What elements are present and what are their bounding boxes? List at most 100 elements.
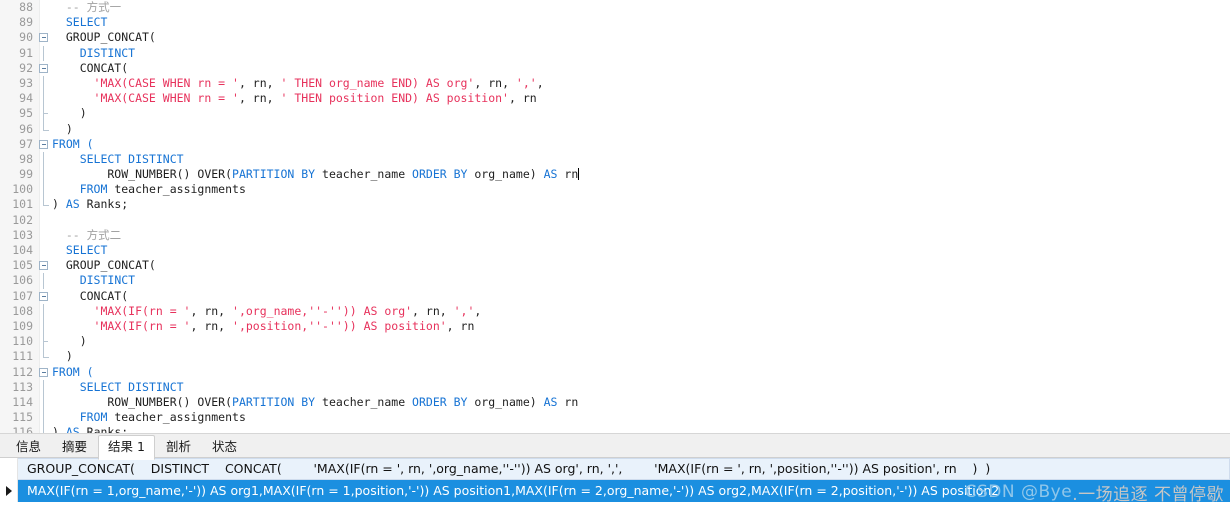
code-line[interactable]: 95 ) [0,106,1230,122]
tab-1[interactable]: 摘要 [52,437,97,459]
grid-column-header[interactable]: GROUP_CONCAT( DISTINCT CONCAT( 'MAX(IF(r… [18,458,1230,480]
code-line[interactable]: 94 'MAX(CASE WHEN rn = ', rn, ' THEN pos… [0,91,1230,107]
code-line[interactable]: 104 SELECT [0,243,1230,258]
code-token: , [474,303,482,318]
code-text: ) [52,349,73,364]
line-number: 91 [19,45,33,60]
code-line[interactable]: 101) AS Ranks; [0,197,1230,212]
code-token: 'MAX(IF(rn = ' [93,318,191,333]
fold-collapse-icon[interactable] [39,63,48,73]
code-token: ORDER BY [412,167,468,182]
code-token: teacher_name [315,167,413,182]
code-token: , rn, [190,303,233,318]
code-line[interactable]: 106 DISTINCT [0,273,1230,289]
code-line[interactable]: 102 [0,213,1230,228]
code-line[interactable]: 100 FROM teacher_assignments [0,182,1230,198]
grid-cell-value[interactable]: MAX(IF(rn = 1,org_name,'-')) AS org1,MAX… [18,480,1230,502]
fold-collapse-icon[interactable] [39,261,48,271]
tab-0[interactable]: 信息 [6,437,51,459]
fold-end-marker [43,349,49,359]
code-lines-container[interactable]: 88 -- 方式一 89 SELECT 90 GROUP_CONCAT(91 DIS… [0,0,1230,433]
code-token: FROM ( [52,136,94,151]
table-row[interactable]: MAX(IF(rn = 1,org_name,'-')) AS org1,MAX… [0,480,1230,502]
line-number: 114 [12,394,33,409]
code-line[interactable]: 110 ) [0,334,1230,350]
code-line[interactable]: 88 -- 方式一 [0,0,1230,15]
code-token: DISTINCT [79,273,136,288]
tab-3[interactable]: 剖析 [156,437,201,459]
code-text: SELECT DISTINCT [52,380,184,395]
code-token: , rn [446,318,475,333]
code-line[interactable]: 93 'MAX(CASE WHEN rn = ', rn, ' THEN org… [0,75,1230,92]
result-grid[interactable]: GROUP_CONCAT( DISTINCT CONCAT( 'MAX(IF(r… [0,458,1230,522]
line-number: 90 [19,30,33,45]
line-number: 92 [19,60,33,75]
row-selector-cell[interactable] [0,480,18,502]
code-line[interactable]: 116) AS Ranks; [0,425,1230,433]
code-line[interactable]: 114 ROW_NUMBER() OVER(PARTITION BY teach… [0,394,1230,411]
tab-2[interactable]: 结果 1 [98,435,155,460]
tab-4[interactable]: 状态 [202,437,247,459]
fold-guide-line [43,303,44,319]
code-token: FROM ( [52,364,94,379]
code-line[interactable]: 90 GROUP_CONCAT( [0,30,1230,45]
code-token: FROM [79,182,108,197]
code-token: ) [52,334,87,349]
line-number: 99 [19,167,33,182]
result-grid-header-row: GROUP_CONCAT( DISTINCT CONCAT( 'MAX(IF(r… [0,458,1230,480]
code-line[interactable]: 97 FROM ( [0,137,1230,152]
code-text: 'MAX(CASE WHEN rn = ', rn, ' THEN positi… [52,91,537,106]
code-text: ) [52,106,87,121]
code-text: ) [52,122,73,137]
code-line[interactable]: 96 ) [0,121,1230,137]
code-line[interactable]: 98 SELECT DISTINCT [0,151,1230,168]
code-text: GROUP_CONCAT( [52,30,156,45]
sql-editor[interactable]: 88 -- 方式一 89 SELECT 90 GROUP_CONCAT(91 DIS… [0,0,1230,433]
text-caret [578,168,580,181]
code-token: , [536,75,544,90]
code-line[interactable]: 91 DISTINCT [0,45,1230,61]
grid-corner-cell[interactable] [0,458,18,480]
code-token: , rn, [412,303,454,318]
code-line[interactable]: 108 'MAX(IF(rn = ', rn, ',org_name,''-''… [0,303,1230,319]
code-token: ) [52,121,73,136]
code-line[interactable]: 111 ) [0,349,1230,364]
code-text: ) AS Ranks; [52,197,128,212]
fold-collapse-icon[interactable] [39,139,48,149]
code-line[interactable]: 99 ROW_NUMBER() OVER(PARTITION BY teache… [0,167,1230,183]
code-line[interactable]: 112 FROM ( [0,365,1230,380]
code-line[interactable]: 89 SELECT [0,15,1230,30]
code-line[interactable]: 113 SELECT DISTINCT [0,379,1230,395]
fold-collapse-icon[interactable] [39,367,48,377]
code-token: Ranks; [79,197,129,212]
code-text: -- 方式二 [52,228,121,243]
line-number: 95 [19,106,33,121]
code-token: ROW_NUMBER() OVER( [52,167,233,182]
code-token: ) [52,106,87,121]
fold-collapse-icon[interactable] [39,291,48,301]
fold-guide-line [43,45,44,61]
code-line[interactable]: 103 -- 方式二 [0,228,1230,243]
fold-collapse-icon[interactable] [39,33,48,43]
code-token: AS [65,425,80,433]
result-tabs: 信息 摘要 结果 1 剖析 状态 [0,434,1230,460]
code-line[interactable]: 105 GROUP_CONCAT( [0,258,1230,273]
fold-end-marker [43,121,49,131]
code-token: SELECT DISTINCT [79,151,184,166]
code-token: teacher_assignments [107,182,246,197]
code-line[interactable]: 115 FROM teacher_assignments [0,410,1230,426]
fold-end-marker [43,425,49,433]
code-line[interactable]: 109 'MAX(IF(rn = ', rn, ',position,''-''… [0,318,1230,335]
code-line[interactable]: 107 CONCAT( [0,289,1230,304]
result-tab-strip[interactable]: 信息 摘要 结果 1 剖析 状态 [0,433,1230,460]
code-line[interactable]: 92 CONCAT( [0,61,1230,76]
line-number: 110 [12,334,33,349]
code-token: , rn, [190,318,233,333]
line-number: 106 [12,273,33,288]
